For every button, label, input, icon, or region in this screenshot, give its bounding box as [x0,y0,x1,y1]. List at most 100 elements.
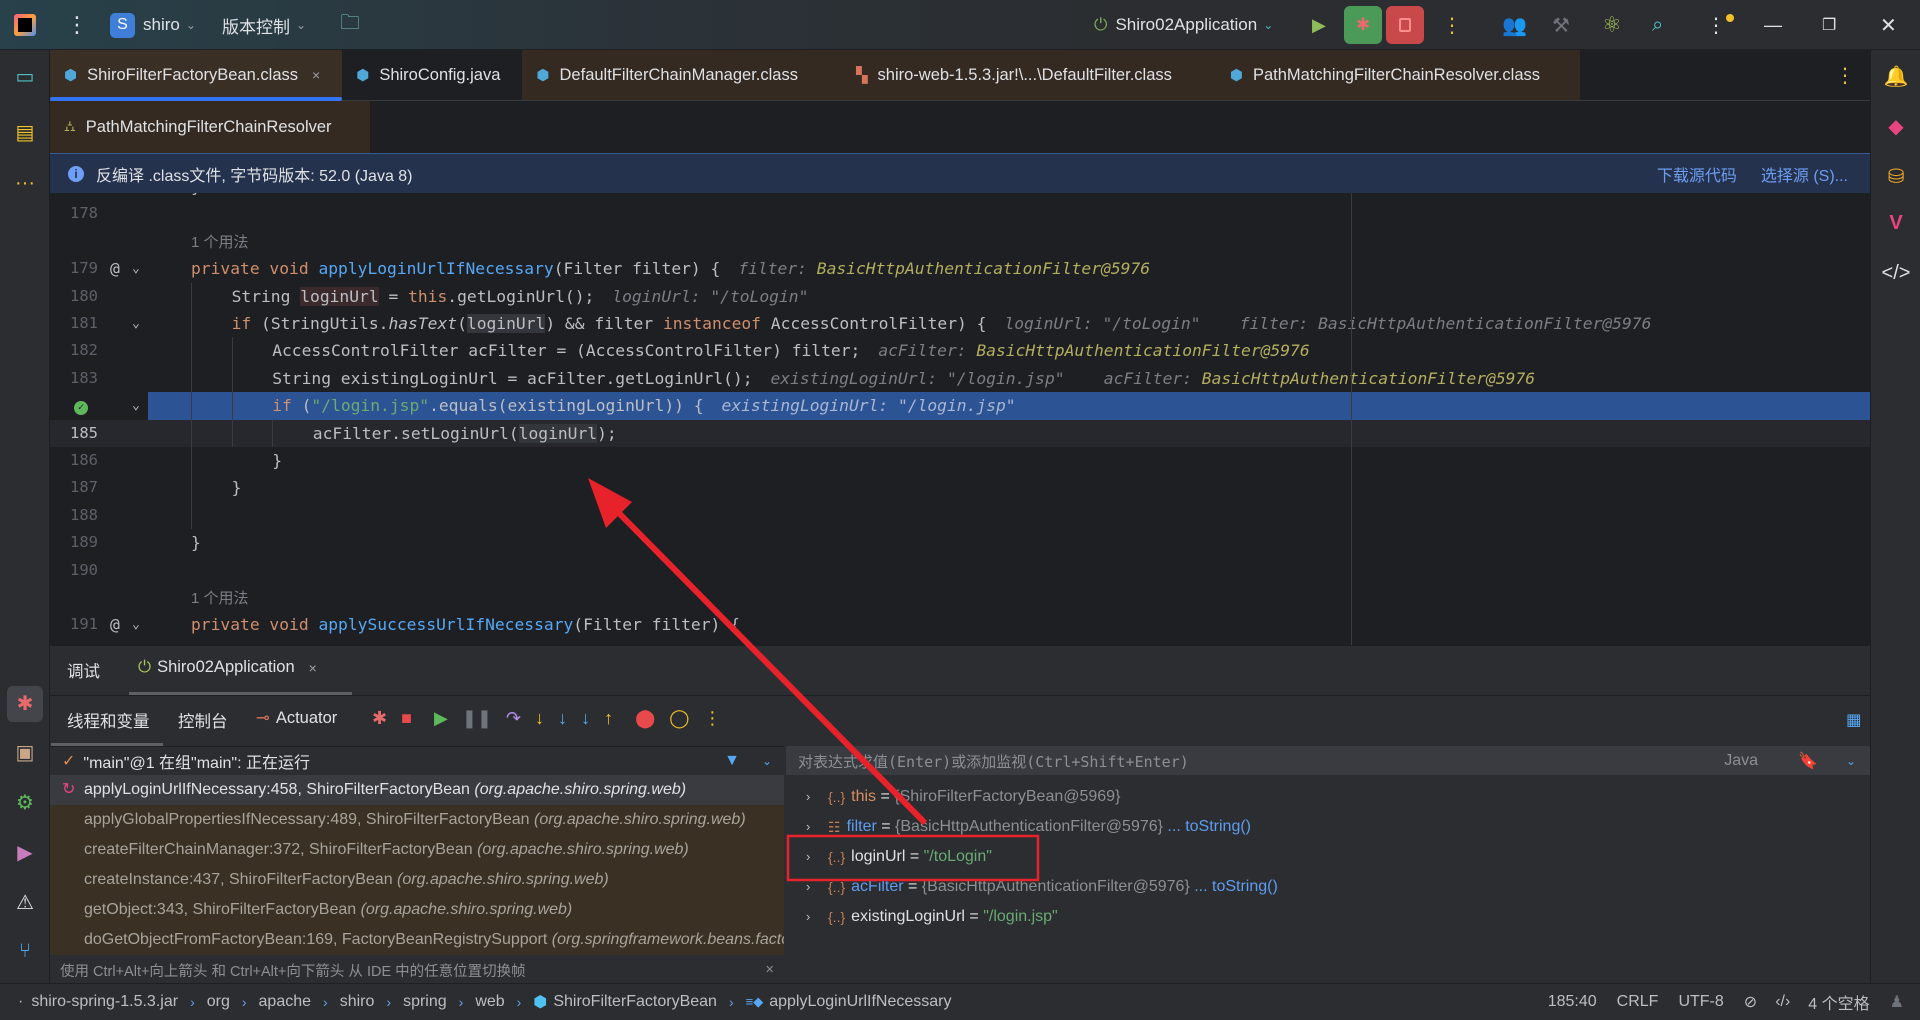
code-line[interactable]: 182 AccessControlFilter acFilter = (Acces… [50,337,1870,364]
tab-shirofilterfactorybean[interactable]: ⬢ ShiroFilterFactoryBean.class × [50,50,343,101]
view-breakpoints-icon[interactable]: ⬤ [635,708,655,729]
ai-assistant-icon[interactable]: ◆ [1871,114,1920,139]
code-line[interactable]: 190 [50,557,1870,584]
tab-defaultfilterchainmanager[interactable]: ⬢ DefaultFilterChainManager.class [522,50,842,100]
chevron-down-icon[interactable]: ⌄ [1846,754,1856,768]
line-number[interactable]: 178 [50,200,98,227]
atom-icon[interactable]: ⚛ [1602,0,1622,50]
resume-icon[interactable]: ▶ [434,708,448,729]
code-line[interactable]: 189} [50,529,1870,556]
thread-selector[interactable]: ✓ "main"@1 在组"main": 正在运行 ▼ ⌄ [50,746,784,776]
project-selector[interactable]: S shiro ⌄ [110,0,196,50]
indent-setting[interactable]: 4 个空格 [1808,990,1869,1014]
breadcrumb-item[interactable]: web [475,993,504,1011]
force-step-into-icon[interactable]: ↓ [558,708,567,729]
more-actions-icon[interactable]: ⋮ [1442,0,1462,50]
tab-threads-variables[interactable]: 线程和变量 [67,708,150,732]
code-line[interactable]: 187} [50,474,1870,501]
variable-row[interactable]: › {..} acFilter = {BasicHttpAuthentication… [786,872,1870,902]
stack-frame[interactable]: applyGlobalPropertiesIfNecessary:489, Sh… [50,805,784,835]
expand-chevron-icon[interactable]: › [806,872,828,902]
code-line[interactable]: 178 [50,200,1870,227]
minimize-icon[interactable]: — [1764,0,1782,50]
v-plugin-icon[interactable]: V [1871,212,1920,235]
stop-icon[interactable]: ■ [401,708,412,729]
line-number[interactable]: 186 [50,447,98,474]
power-save-icon[interactable]: ♟ [1890,992,1904,1012]
stack-frame[interactable]: createInstance:437, ShiroFilterFactoryBe… [50,865,784,895]
code-line[interactable]: 183 String existingLoginUrl = acFilter.ge… [50,365,1870,392]
breadcrumb-item[interactable]: shiro-spring-1.5.3.jar [31,993,178,1011]
intellij-logo[interactable] [14,0,36,50]
rerun-debug-icon[interactable]: ✱ [372,708,387,729]
language-label[interactable]: Java [1724,752,1758,770]
tab-overflow-icon[interactable]: ⋮ [1820,50,1870,100]
mute-breakpoints-icon[interactable]: ◯ [669,708,689,729]
project-view-icon[interactable]: ▭ [0,64,50,89]
line-number[interactable]: 189 [50,529,98,556]
line-number[interactable]: 188 [50,502,98,529]
line-number[interactable]: 185 [50,420,98,447]
code-line[interactable]: 1 个用法 [50,228,1870,255]
variable-row[interactable]: › {..} this = {ShiroFilterFactoryBean@5969… [786,782,1870,812]
download-sources-link[interactable]: 下载源代码 [1657,162,1737,186]
terminal-icon[interactable]: ▶ [0,840,50,865]
line-number[interactable]: 181 [50,310,98,337]
pause-icon[interactable]: ❚❚ [462,708,492,729]
close-tab-icon[interactable]: × [312,67,320,83]
close-window-icon[interactable]: ✕ [1880,0,1897,50]
search-icon[interactable]: ⌕ [1652,0,1663,50]
line-number[interactable]: 183 [50,365,98,392]
code-line[interactable]: 177} [50,193,1870,200]
line-number[interactable]: 191 [50,611,98,638]
tostring-link[interactable]: ... toString() [1163,812,1251,842]
code-line[interactable]: 1 个用法 [50,584,1870,611]
breadcrumb-item[interactable]: shiro [340,993,375,1011]
vcs-menu[interactable]: 版本控制 ⌄ [222,0,306,50]
git-branch-icon[interactable]: ⑂ [0,940,50,963]
stack-frame[interactable]: getObject:343, ShiroFilterFactoryBean (o… [50,895,784,925]
expand-chevron-icon[interactable]: › [806,842,828,872]
debug-tool-icon[interactable]: ✱ [7,686,43,722]
stack-frame[interactable]: ↻ applyLoginUrlIfNecessary:458, ShiroFilt… [50,775,784,805]
fold-chevron-icon[interactable]: ⌄ [132,255,140,282]
more-icon[interactable]: ⋮ [703,708,721,729]
close-session-icon[interactable]: × [309,660,317,676]
variable-row[interactable]: › {..} existingLoginUrl = "/login.jsp" [786,902,1870,932]
tab-pathmatchingfilterchainresolver[interactable]: ⬢ PathMatchingFilterChainResolver.class [1215,50,1581,100]
breadcrumb-item[interactable]: spring [403,993,447,1011]
caret-position[interactable]: 185:40 [1548,993,1597,1011]
line-number[interactable]: 179 [50,255,98,282]
settings-more-icon[interactable]: ⋮ [1706,0,1734,50]
step-into-icon[interactable]: ↓ [535,708,544,729]
fold-chevron-icon[interactable]: ⌄ [132,310,140,337]
endpoints-icon[interactable]: </> [1871,262,1920,285]
fold-chevron-icon[interactable]: ⌄ [132,611,140,638]
code-line[interactable]: 181 ⌄ if (StringUtils.hasText(loginUrl) &&… [50,310,1870,337]
breakpoint-check-icon[interactable]: ✓ [72,392,88,419]
code-line[interactable]: ✓ ⌄ if ("/login.jsp".equals(existingLoginU… [74,392,1870,420]
code-line[interactable]: 185 acFilter.setLoginUrl(loginUrl); [50,419,1870,447]
line-number[interactable]: 177 [50,193,98,200]
line-ending[interactable]: CRLF [1617,993,1659,1011]
stop-button[interactable] [1386,6,1424,44]
expand-chevron-icon[interactable]: › [806,782,828,812]
layout-icon[interactable]: ▦ [1846,710,1862,730]
implements-icon[interactable]: @ [110,255,120,282]
code-line[interactable]: 179 @ ⌄ private void applyLoginUrlIfNecessa… [50,255,1870,282]
choose-sources-link[interactable]: 选择源 (S)... [1761,162,1848,186]
fold-chevron-icon[interactable]: ⌄ [132,392,140,419]
tab-actuator[interactable]: ⊸ Actuator [256,708,337,728]
tab-defaultfilter[interactable]: ▚ shiro-web-1.5.3.jar!\...\DefaultFilter.… [841,50,1216,100]
implements-icon[interactable]: @ [110,611,120,638]
code-line[interactable]: 186} [50,447,1870,474]
breadcrumb-item[interactable]: org [207,993,230,1011]
expand-chevron-icon[interactable]: › [806,902,828,932]
code-line[interactable]: 188 [50,502,1870,529]
debug-button[interactable]: ✱ [1344,6,1382,44]
structure-icon[interactable]: ▤ [0,120,50,145]
line-number[interactable]: 187 [50,474,98,501]
breadcrumb-item[interactable]: applyLoginUrlIfNecessary [769,993,951,1011]
filter-icon[interactable]: ▼ [724,752,740,770]
settings-gear-icon[interactable]: ⚙ [0,790,50,815]
